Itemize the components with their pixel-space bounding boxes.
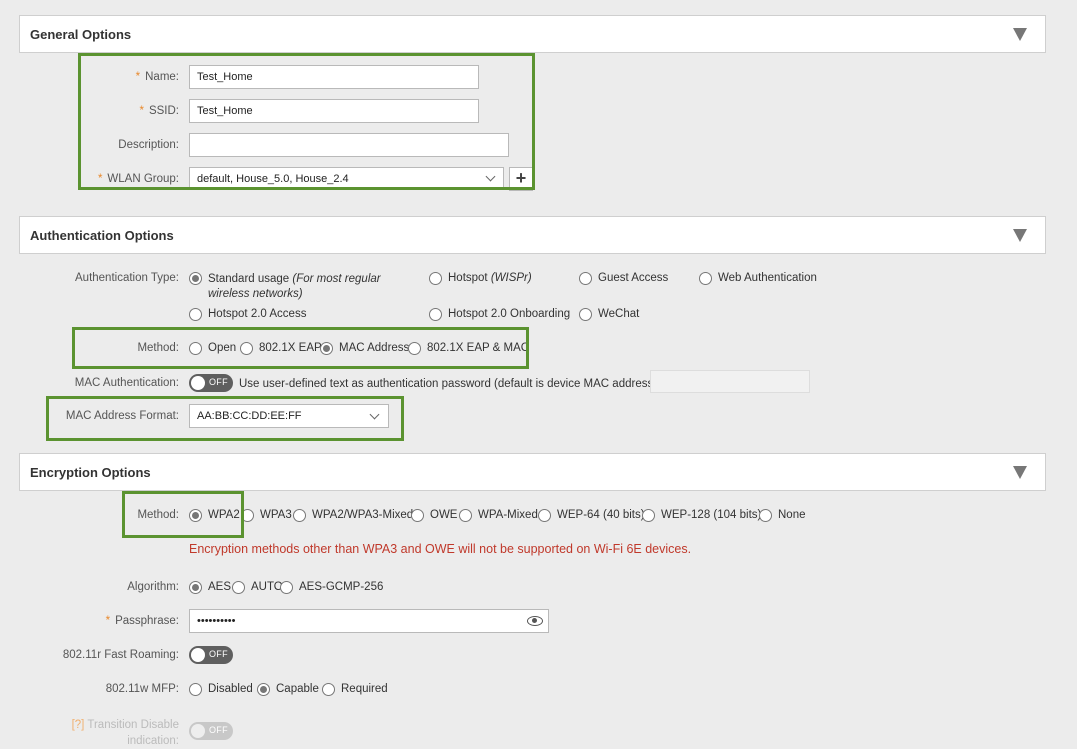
auth-type-guest-label: Guest Access bbox=[598, 272, 669, 284]
algorithm-label: Algorithm: bbox=[127, 581, 179, 593]
encryption-warning: Encryption methods other than WPA3 and O… bbox=[189, 542, 692, 556]
transition-disable-toggle[interactable]: OFF bbox=[189, 722, 233, 740]
mac-auth-label: MAC Authentication: bbox=[74, 377, 179, 389]
mfp-capable-label: Capable bbox=[276, 683, 319, 695]
algorithm-gcmp-radio[interactable] bbox=[280, 581, 293, 594]
authentication-options-header[interactable]: Authentication Options bbox=[19, 216, 1046, 254]
auth-type-guest-radio[interactable] bbox=[579, 272, 592, 285]
toggle-knob bbox=[191, 648, 205, 662]
enc-method-wpa2-wpa3-label: WPA2/WPA3-Mixed bbox=[312, 509, 414, 521]
enc-method-wep64-radio[interactable] bbox=[538, 509, 551, 522]
mfp-capable-radio[interactable] bbox=[257, 683, 270, 696]
section-title: Encryption Options bbox=[30, 465, 151, 480]
algorithm-gcmp-label: AES-GCMP-256 bbox=[299, 581, 384, 593]
collapse-caret-icon[interactable] bbox=[1013, 28, 1027, 41]
auth-type-standard-radio[interactable] bbox=[189, 272, 202, 285]
auth-type-hotspot-wispr-label: Hotspot (WISPr) bbox=[448, 272, 532, 284]
auth-type-wechat-label: WeChat bbox=[598, 308, 640, 320]
toggle-knob bbox=[191, 376, 205, 390]
enc-method-wpa2-wpa3-radio[interactable] bbox=[293, 509, 306, 522]
show-password-eye-icon[interactable] bbox=[527, 616, 543, 626]
algorithm-auto-label: AUTO bbox=[251, 581, 283, 593]
auth-type-hotspot20-access-radio[interactable] bbox=[189, 308, 202, 321]
fast-roaming-toggle[interactable]: OFF bbox=[189, 646, 233, 664]
toggle-state: OFF bbox=[209, 725, 228, 735]
toggle-state: OFF bbox=[209, 649, 228, 659]
encryption-options-header[interactable]: Encryption Options bbox=[19, 453, 1046, 491]
passphrase-label: * Passphrase: bbox=[105, 615, 179, 627]
transition-disable-label: [?] Transition Disable indication: bbox=[71, 719, 179, 747]
general-options-header[interactable]: General Options bbox=[19, 15, 1046, 53]
enc-method-wpa-mixed-radio[interactable] bbox=[459, 509, 472, 522]
algorithm-auto-radio[interactable] bbox=[232, 581, 245, 594]
auth-type-hotspot20-access-label: Hotspot 2.0 Access bbox=[208, 308, 307, 320]
collapse-caret-icon[interactable] bbox=[1013, 229, 1027, 242]
mfp-disabled-radio[interactable] bbox=[189, 683, 202, 696]
passphrase-value: •••••••••• bbox=[197, 615, 236, 627]
mfp-disabled-label: Disabled bbox=[208, 683, 253, 695]
auth-type-label: Authentication Type: bbox=[75, 272, 179, 284]
help-icon[interactable]: [?] bbox=[72, 719, 85, 731]
enc-method-owe-radio[interactable] bbox=[411, 509, 424, 522]
auth-type-hotspot20-onboarding-radio[interactable] bbox=[429, 308, 442, 321]
mfp-label: 802.11w MFP: bbox=[105, 683, 179, 695]
auth-type-web-radio[interactable] bbox=[699, 272, 712, 285]
fast-roaming-label: 802.11r Fast Roaming: bbox=[62, 649, 179, 661]
toggle-state: OFF bbox=[209, 377, 228, 387]
enc-method-wep128-radio[interactable] bbox=[642, 509, 655, 522]
auth-type-wechat-radio[interactable] bbox=[579, 308, 592, 321]
auth-type-web-label: Web Authentication bbox=[718, 272, 817, 284]
highlight-box-general bbox=[78, 53, 535, 190]
auth-type-hotspot-wispr-radio[interactable] bbox=[429, 272, 442, 285]
toggle-knob bbox=[191, 724, 205, 738]
enc-method-none-label: None bbox=[778, 509, 806, 521]
mac-auth-description: Use user-defined text as authentication … bbox=[239, 378, 661, 390]
highlight-box-encryption-method bbox=[122, 491, 244, 538]
enc-method-wep64-label: WEP-64 (40 bits) bbox=[557, 509, 645, 521]
auth-type-hotspot20-onboarding-label: Hotspot 2.0 Onboarding bbox=[448, 308, 571, 320]
algorithm-aes-label: AES bbox=[208, 581, 232, 593]
highlight-box-auth-method bbox=[72, 327, 529, 369]
mac-auth-toggle[interactable]: OFF bbox=[189, 374, 233, 392]
enc-method-wpa-mixed-label: WPA-Mixed bbox=[478, 509, 538, 521]
highlight-box-mac-format bbox=[46, 396, 404, 441]
passphrase-input[interactable]: •••••••••• bbox=[189, 609, 549, 633]
enc-method-wep128-label: WEP-128 (104 bits) bbox=[661, 509, 762, 521]
mac-auth-password-input[interactable] bbox=[650, 370, 810, 393]
mfp-required-radio[interactable] bbox=[322, 683, 335, 696]
section-title: Authentication Options bbox=[30, 228, 174, 243]
enc-method-wpa3-label: WPA3 bbox=[260, 509, 292, 521]
section-title: General Options bbox=[30, 27, 132, 42]
enc-method-none-radio[interactable] bbox=[759, 509, 772, 522]
collapse-caret-icon[interactable] bbox=[1013, 466, 1027, 479]
auth-type-standard-label: Standard usage (For most regular wireles… bbox=[208, 273, 381, 300]
algorithm-aes-radio[interactable] bbox=[189, 581, 202, 594]
enc-method-owe-label: OWE bbox=[430, 509, 458, 521]
mfp-required-label: Required bbox=[341, 683, 388, 695]
